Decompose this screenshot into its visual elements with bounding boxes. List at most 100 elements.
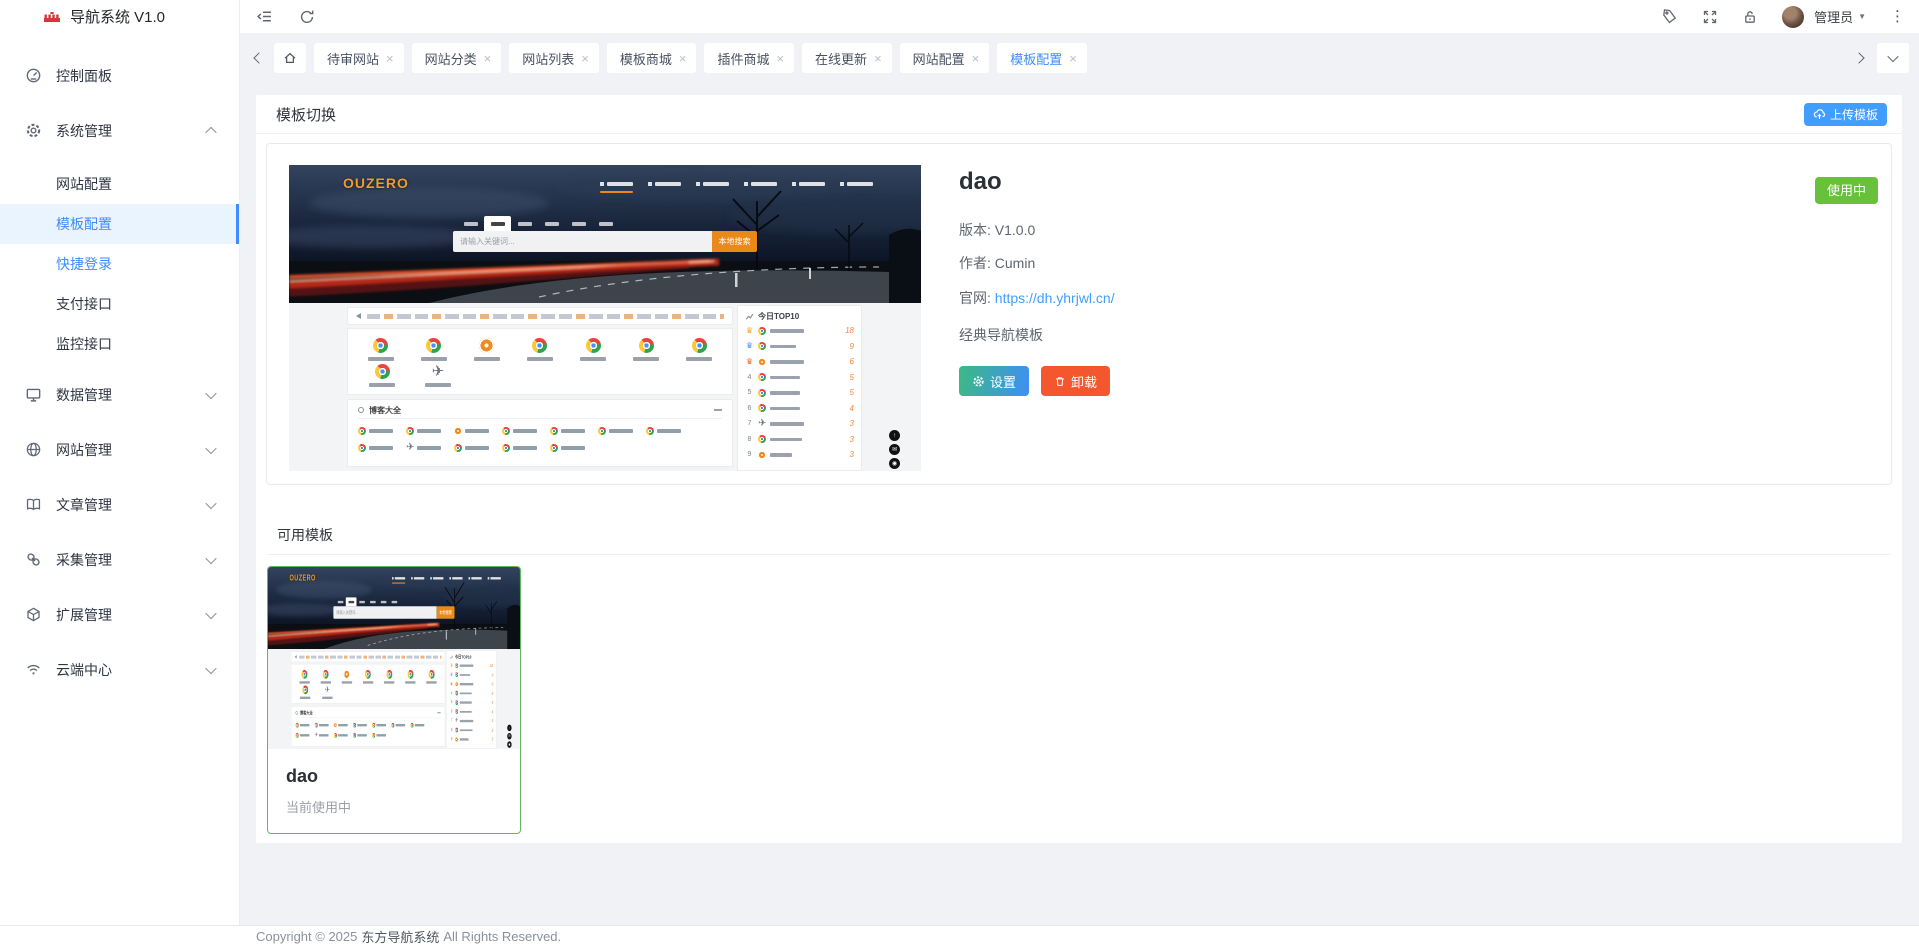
template-website-link[interactable]: https://dh.yhrjwl.cn/ (995, 290, 1115, 306)
sidebar: 导航系统 V1.0 控制面板 系统管理 网站配置 模板配置 快捷登录 支付接口 … (0, 0, 240, 925)
page-footer: Copyright © 2025 东方导航系统 All Rights Reser… (0, 925, 1919, 947)
preview-hero: OUZERO 请输入关键词...本地搜索 (289, 165, 921, 303)
sidebar-item-system[interactable]: 系统管理 (0, 103, 239, 158)
tag-icon[interactable] (1661, 8, 1678, 25)
tab-plugin-store[interactable]: 插件商城 (704, 43, 794, 73)
user-menu[interactable]: 管理员 (1814, 7, 1866, 26)
preview-hero: OUZERO请输入关键词...本地搜索 (268, 567, 520, 649)
rights-text: All Rights Reserved. (443, 929, 561, 944)
tab-home[interactable] (274, 43, 306, 73)
gear-icon (25, 122, 42, 139)
tab-close-icon[interactable] (874, 51, 882, 66)
template-switch-panel: 模板切换 上传模板 OUZERO请输入关键词...本地搜索✈博客大全✈今日TOP… (256, 95, 1902, 843)
tab-template-store[interactable]: 模板商城 (607, 43, 697, 73)
tabs-scroll-right-icon[interactable] (1853, 50, 1869, 66)
upload-template-button[interactable]: 上传模板 (1804, 103, 1887, 126)
preview-search-tabs (335, 597, 400, 606)
preview-search-bar: 请输入关键词...本地搜索 (453, 231, 757, 252)
tab-pending-sites[interactable]: 待审网站 (314, 43, 404, 73)
wifi-icon (25, 661, 42, 678)
book-icon (25, 496, 42, 513)
app-logo: 导航系统 V1.0 (0, 0, 239, 33)
preview-search-bar: 请输入关键词...本地搜索 (333, 606, 454, 618)
preview-top10: 今日TOP10♛18♛9♛64555647✈38393 (447, 650, 497, 749)
template-preview: OUZERO 请输入关键词...本地搜索 ✈博客大全✈今日TOP10♛18♛9♛64… (289, 165, 921, 471)
chevron-up-icon (205, 126, 216, 137)
chevron-down-icon (205, 662, 216, 673)
tab-close-icon[interactable] (776, 51, 784, 66)
fullscreen-icon[interactable] (1702, 9, 1718, 25)
tabs-menu-button[interactable] (1877, 43, 1909, 73)
cloud-upload-icon (1813, 108, 1826, 121)
sidebar-item-dashboard[interactable]: 控制面板 (0, 48, 239, 103)
tab-close-icon[interactable] (1069, 51, 1077, 66)
preview-body: ✈博客大全✈今日TOP10♛18♛9♛64555647✈38393 ↑✉◉ (268, 649, 520, 749)
sidebar-item-monitor-api[interactable]: 监控接口 (0, 324, 239, 364)
sidebar-item-label: 控制面板 (56, 66, 112, 86)
brand-icon (44, 11, 60, 23)
more-menu-icon[interactable] (1890, 9, 1905, 24)
tabs-scroll-left-icon[interactable] (250, 50, 266, 66)
tab-close-icon[interactable] (972, 51, 980, 66)
sidebar-item-quick-login[interactable]: 快捷登录 (0, 244, 239, 284)
chevron-down-icon (205, 442, 216, 453)
copyright-text: Copyright © 2025 (256, 929, 357, 944)
template-thumbnail: OUZERO请输入关键词...本地搜索✈博客大全✈今日TOP10♛18♛9♛64… (268, 567, 520, 749)
system-submenu: 网站配置 模板配置 快捷登录 支付接口 监控接口 (0, 164, 239, 364)
uninstall-button[interactable]: 卸载 (1041, 366, 1110, 396)
tab-site-config[interactable]: 网站配置 (900, 43, 990, 73)
template-card-status: 当前使用中 (286, 797, 520, 816)
preview-notice-bar (291, 651, 445, 662)
preview-site-grid: ✈ (347, 328, 733, 395)
chevron-down-icon (205, 497, 216, 508)
sidebar-item-payment-api[interactable]: 支付接口 (0, 284, 239, 324)
tab-close-icon[interactable] (484, 51, 492, 66)
refresh-icon[interactable] (299, 9, 315, 25)
sidebar-item-site-config[interactable]: 网站配置 (0, 164, 239, 204)
available-template-card[interactable]: OUZERO请输入关键词...本地搜索✈博客大全✈今日TOP10♛18♛9♛64… (267, 566, 521, 834)
sidebar-item-extensions[interactable]: 扩展管理 (0, 587, 239, 642)
sidebar-item-articles[interactable]: 文章管理 (0, 477, 239, 532)
panel-title: 模板切换 (276, 104, 336, 125)
preview-search-input: 请输入关键词... (333, 606, 436, 618)
template-preview-image: OUZERO 请输入关键词...本地搜索 ✈博客大全✈今日TOP10♛18♛9♛64… (289, 165, 921, 471)
preview-float-buttons: ↑✉◉ (507, 725, 511, 748)
sidebar-item-template-config[interactable]: 模板配置 (0, 204, 239, 244)
sidebar-item-collection[interactable]: 采集管理 (0, 532, 239, 587)
preview-body: ✈博客大全✈今日TOP10♛18♛9♛64555647✈38393↑✉◉ (289, 303, 921, 471)
monitor-icon (25, 386, 42, 403)
preview-site-grid: ✈ (291, 664, 445, 704)
preview-nav (600, 182, 873, 193)
tab-close-icon[interactable] (581, 51, 589, 66)
sidebar-menu: 控制面板 系统管理 网站配置 模板配置 快捷登录 支付接口 监控接口 数据管理 … (0, 33, 239, 697)
settings-button[interactable]: 设置 (959, 366, 1029, 396)
tab-template-config[interactable]: 模板配置 (997, 43, 1087, 73)
tab-online-update[interactable]: 在线更新 (802, 43, 892, 73)
gear-icon (972, 375, 985, 388)
lock-icon[interactable] (1742, 9, 1758, 25)
preview-blog-list: 博客大全✈ (347, 399, 733, 467)
template-info: dao 版本: V1.0.0 作者: Cumin 官网: https://dh.… (959, 162, 1115, 396)
globe-icon (25, 441, 42, 458)
status-badge: 使用中 (1815, 177, 1878, 204)
top-header: 管理员 (240, 0, 1919, 33)
cube-icon (25, 606, 42, 623)
preview-notice-bar (347, 307, 733, 325)
preview-logo: OUZERO (343, 175, 409, 191)
trash-icon (1054, 375, 1066, 388)
tab-close-icon[interactable] (679, 51, 687, 66)
tab-site-categories[interactable]: 网站分类 (412, 43, 502, 73)
sidebar-item-data[interactable]: 数据管理 (0, 367, 239, 422)
template-version: 版本: V1.0.0 (959, 220, 1115, 240)
avatar[interactable] (1782, 6, 1804, 28)
preview-search-button: 本地搜索 (712, 231, 757, 252)
sidebar-item-cloud[interactable]: 云端中心 (0, 642, 239, 697)
tab-close-icon[interactable] (386, 51, 394, 66)
preview-blog-list: 博客大全✈ (291, 706, 445, 746)
sidebar-item-website[interactable]: 网站管理 (0, 422, 239, 477)
footer-brand: 东方导航系统 (361, 927, 439, 946)
collapse-sidebar-icon[interactable] (256, 8, 273, 25)
chevron-down-icon (205, 387, 216, 398)
preview-top10: 今日TOP10♛18♛9♛64555647✈38393 (737, 305, 862, 471)
tab-site-list[interactable]: 网站列表 (509, 43, 599, 73)
